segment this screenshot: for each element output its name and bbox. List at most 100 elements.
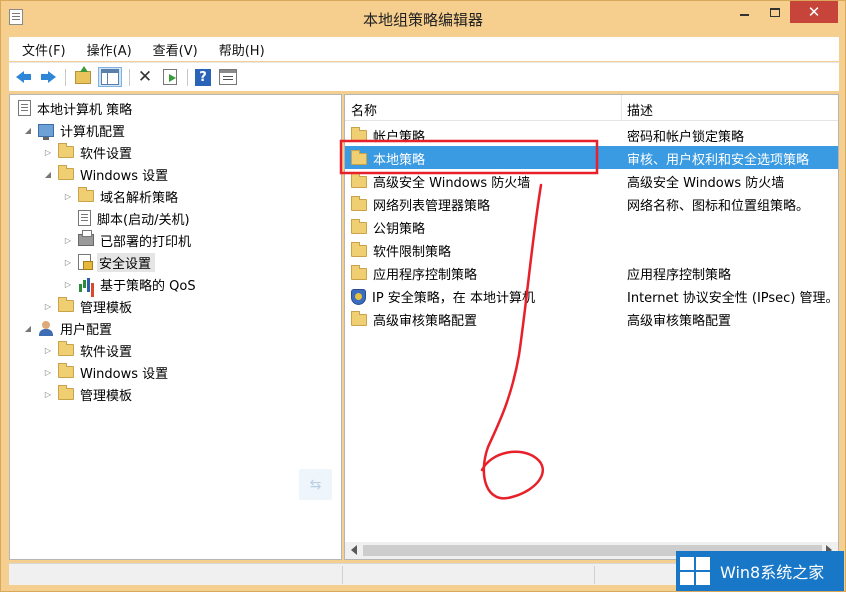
delete-icon: ✕ — [137, 66, 153, 87]
menu-view[interactable]: 查看(V) — [140, 40, 206, 59]
expand-icon[interactable]: ▷ — [62, 278, 74, 290]
folder-icon — [351, 241, 367, 257]
show-hide-tree-button[interactable] — [98, 67, 122, 87]
list-item-account-policy[interactable]: 帐户策略 密码和帐户锁定策略 — [345, 123, 838, 146]
policy-document-icon — [18, 100, 31, 116]
close-icon: ✕ — [807, 3, 821, 21]
minimize-icon — [739, 14, 749, 16]
maximize-button[interactable] — [760, 1, 790, 23]
item-description: 高级安全 Windows 防火墙 — [627, 176, 785, 191]
collapse-icon[interactable]: ◢ — [42, 168, 54, 180]
tree-node-label: Windows 设置 — [80, 168, 169, 184]
maximize-icon — [770, 7, 780, 17]
tree-node-label: 基于策略的 QoS — [100, 278, 196, 294]
tree-node-label: 计算机配置 — [60, 124, 126, 140]
tree-node-cc-dns[interactable]: ▷ 域名解析策略 — [62, 185, 178, 207]
tree-node-cc-printers[interactable]: ▷ 已部署的打印机 — [62, 229, 191, 251]
console-tree-icon — [101, 69, 119, 85]
back-button[interactable] — [14, 67, 34, 87]
toolbar-separator — [65, 69, 66, 86]
list-item-firewall[interactable]: 高级安全 Windows 防火墙 高级安全 Windows 防火墙 — [345, 169, 838, 192]
expand-icon[interactable]: ▷ — [42, 366, 54, 378]
help-button[interactable]: ? — [193, 67, 213, 87]
window-title: 本地组策略编辑器 — [362, 11, 483, 29]
tree-node-computer-config[interactable]: ◢ 计算机配置 — [22, 119, 125, 141]
tree-node-uc-windows[interactable]: ▷ Windows 设置 — [42, 361, 168, 383]
tree-node-uc-software[interactable]: ▷ 软件设置 — [42, 339, 132, 361]
tree-node-label: 用户配置 — [60, 322, 113, 338]
list-item-app-control[interactable]: 应用程序控制策略 应用程序控制策略 — [345, 261, 838, 284]
export-icon — [163, 69, 177, 85]
item-description: 审核、用户权利和安全选项策略 — [627, 153, 810, 168]
list-item-software-restriction[interactable]: 软件限制策略 — [345, 238, 838, 261]
expand-icon[interactable]: ▷ — [62, 190, 74, 202]
tree-node-label: 域名解析策略 — [100, 190, 179, 206]
item-name: 高级审核策略配置 — [373, 314, 478, 329]
properties-button[interactable] — [218, 67, 238, 87]
close-button[interactable]: ✕ — [790, 1, 838, 23]
no-expander — [62, 212, 74, 224]
collapse-icon[interactable]: ◢ — [22, 322, 34, 334]
column-divider[interactable] — [621, 95, 622, 121]
tree-node-root[interactable]: 本地计算机 策略 — [18, 97, 132, 119]
menu-action[interactable]: 操作(A) — [74, 40, 140, 59]
expand-icon[interactable]: ▷ — [42, 344, 54, 356]
folder-icon — [58, 341, 74, 356]
logo-text: Win8系统之家 — [720, 563, 825, 582]
status-divider — [594, 566, 595, 584]
tree-node-cc-security[interactable]: ▷ 安全设置 — [62, 251, 156, 273]
expand-icon[interactable]: ▷ — [42, 300, 54, 312]
up-level-button[interactable] — [73, 65, 93, 87]
folder-icon — [58, 143, 74, 158]
console-tree[interactable]: 本地计算机 策略 ◢ 计算机配置 ▷ 软件设置 ◢ Windows 设置 ▷ 域… — [9, 94, 342, 560]
ipsec-shield-icon — [351, 288, 366, 305]
printer-icon — [78, 230, 94, 246]
tree-node-label: 管理模板 — [80, 388, 133, 404]
tree-node-cc-software[interactable]: ▷ 软件设置 — [42, 141, 132, 163]
tree-node-uc-admin[interactable]: ▷ 管理模板 — [42, 383, 132, 405]
list-item-network-list[interactable]: 网络列表管理器策略 网络名称、图标和位置组策略。 — [345, 192, 838, 215]
item-description: 应用程序控制策略 — [627, 268, 732, 283]
toolbar-separator — [187, 69, 188, 86]
floating-overlay-button[interactable]: ⇆ — [299, 469, 332, 500]
site-logo: Win8系统之家 — [676, 551, 844, 591]
tree-node-cc-scripts[interactable]: 脚本(启动/关机) — [62, 207, 190, 229]
folder-icon — [58, 363, 74, 378]
collapse-icon[interactable]: ◢ — [22, 124, 34, 136]
script-document-icon — [78, 210, 91, 226]
list-item-advanced-audit[interactable]: 高级审核策略配置 高级审核策略配置 — [345, 307, 838, 330]
tree-node-label: 本地计算机 策略 — [37, 102, 133, 118]
scroll-left-arrow-icon[interactable] — [351, 545, 357, 555]
folder-icon — [351, 149, 367, 165]
delete-button[interactable]: ✕ — [135, 67, 155, 87]
tree-node-cc-admin[interactable]: ▷ 管理模板 — [42, 295, 132, 317]
menu-file[interactable]: 文件(F) — [9, 40, 74, 59]
tree-node-label: 管理模板 — [80, 300, 133, 316]
tree-node-label: 脚本(启动/关机) — [97, 212, 190, 228]
list-item-public-key[interactable]: 公钥策略 — [345, 215, 838, 238]
tree-node-label: 安全设置 — [97, 252, 156, 272]
expand-icon[interactable]: ▷ — [42, 388, 54, 400]
tree-node-user-config[interactable]: ◢ 用户配置 — [22, 317, 112, 339]
tree-node-label: 软件设置 — [80, 146, 133, 162]
list-item-local-policy[interactable]: 本地策略 审核、用户权利和安全选项策略 — [345, 146, 838, 169]
column-header-description[interactable]: 描述 — [627, 100, 653, 119]
list-item-ip-security[interactable]: IP 安全策略，在 本地计算机 Internet 协议安全性 (IPsec) 管… — [345, 284, 839, 307]
column-header-name[interactable]: 名称 — [351, 100, 377, 119]
menu-help[interactable]: 帮助(H) — [206, 40, 273, 59]
expand-icon[interactable]: ▷ — [42, 146, 54, 158]
details-list[interactable]: 名称 描述 帐户策略 密码和帐户锁定策略 本地策略 审核、用户权利和安全选项策略… — [344, 94, 839, 560]
item-name: 应用程序控制策略 — [373, 268, 478, 283]
title-bar[interactable]: 本地组策略编辑器 ✕ — [1, 1, 845, 34]
expand-icon[interactable]: ▷ — [62, 256, 74, 268]
tree-node-cc-qos[interactable]: ▷ 基于策略的 QoS — [62, 273, 196, 295]
item-description: 密码和帐户锁定策略 — [627, 130, 745, 145]
toolbar-separator — [129, 69, 130, 86]
tree-node-cc-windows[interactable]: ◢ Windows 设置 — [42, 163, 168, 185]
export-list-button[interactable] — [160, 67, 180, 87]
list-header: 名称 描述 — [345, 95, 838, 121]
minimize-button[interactable] — [728, 1, 760, 23]
forward-button[interactable] — [38, 67, 58, 87]
item-description: 高级审核策略配置 — [627, 314, 732, 329]
expand-icon[interactable]: ▷ — [62, 234, 74, 246]
